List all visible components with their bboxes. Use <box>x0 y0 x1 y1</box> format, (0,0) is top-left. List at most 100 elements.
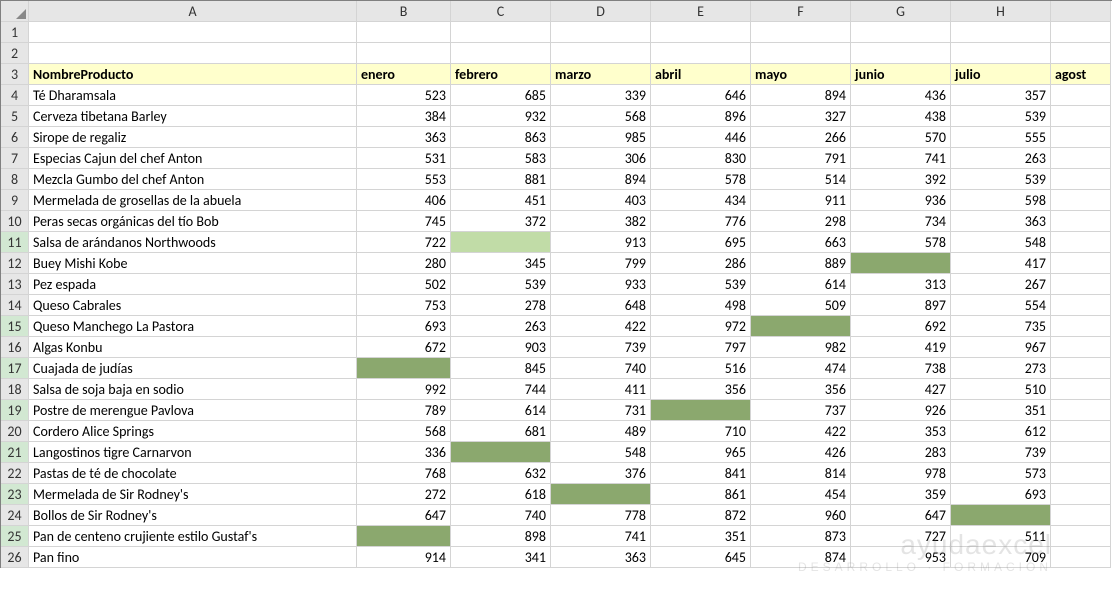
cell[interactable] <box>951 505 1051 526</box>
cell[interactable]: 911 <box>751 190 851 211</box>
cell[interactable]: 693 <box>357 316 451 337</box>
cell[interactable]: 936 <box>851 190 951 211</box>
cell[interactable]: 573 <box>951 463 1051 484</box>
cell[interactable]: 553 <box>357 169 451 190</box>
cell[interactable]: 814 <box>751 463 851 484</box>
cell[interactable]: 263 <box>451 316 551 337</box>
cell[interactable]: 438 <box>851 106 951 127</box>
cell[interactable]: Mermelada de Sir Rodney's <box>29 484 357 505</box>
cell[interactable]: 897 <box>851 295 951 316</box>
cell[interactable]: 693 <box>951 484 1051 505</box>
cell[interactable]: 509 <box>751 295 851 316</box>
cell[interactable] <box>1051 106 1111 127</box>
cell[interactable]: 510 <box>951 379 1051 400</box>
cell[interactable]: 722 <box>357 232 451 253</box>
cell[interactable]: 898 <box>451 526 551 547</box>
cell[interactable] <box>1051 421 1111 442</box>
cell[interactable]: 612 <box>951 421 1051 442</box>
cell[interactable]: 926 <box>851 400 951 421</box>
cell[interactable]: 502 <box>357 274 451 295</box>
cell[interactable]: 267 <box>951 274 1051 295</box>
row-header[interactable]: 10 <box>1 211 29 232</box>
cell[interactable] <box>1051 505 1111 526</box>
cell[interactable]: 695 <box>651 232 751 253</box>
row-header[interactable]: 4 <box>1 85 29 106</box>
cell[interactable]: 740 <box>451 505 551 526</box>
cell[interactable] <box>451 442 551 463</box>
cell[interactable]: 861 <box>651 484 751 505</box>
cell[interactable]: 913 <box>551 232 651 253</box>
cell[interactable] <box>851 22 951 43</box>
cell[interactable]: 516 <box>651 358 751 379</box>
column-header-F[interactable]: F <box>751 1 851 22</box>
cell[interactable]: 953 <box>851 547 951 568</box>
cell[interactable]: 548 <box>951 232 1051 253</box>
cell[interactable]: 345 <box>451 253 551 274</box>
cell[interactable]: 384 <box>357 106 451 127</box>
cell[interactable]: 903 <box>451 337 551 358</box>
cell[interactable] <box>1051 547 1111 568</box>
cell[interactable] <box>1051 358 1111 379</box>
cell[interactable]: 539 <box>951 169 1051 190</box>
row-header[interactable]: 11 <box>1 232 29 253</box>
cell[interactable]: 646 <box>651 85 751 106</box>
row-header[interactable]: 26 <box>1 547 29 568</box>
cell[interactable] <box>651 400 751 421</box>
cell[interactable]: 731 <box>551 400 651 421</box>
cell[interactable]: 744 <box>451 379 551 400</box>
cell[interactable]: 356 <box>751 379 851 400</box>
cell[interactable] <box>751 22 851 43</box>
cell[interactable]: Sirope de regaliz <box>29 127 357 148</box>
cell[interactable]: 278 <box>451 295 551 316</box>
cell[interactable]: 845 <box>451 358 551 379</box>
cell[interactable] <box>1051 148 1111 169</box>
cell[interactable]: 872 <box>651 505 751 526</box>
table-header-cell[interactable]: julio <box>951 64 1051 85</box>
cell[interactable]: 992 <box>357 379 451 400</box>
cell[interactable]: 681 <box>451 421 551 442</box>
cell[interactable] <box>451 232 551 253</box>
cell[interactable]: 745 <box>357 211 451 232</box>
cell[interactable]: 427 <box>851 379 951 400</box>
cell[interactable]: Postre de merengue Pavlova <box>29 400 357 421</box>
spreadsheet-grid[interactable]: ABCDEFGH123NombreProductoenerofebreromar… <box>0 0 1112 568</box>
cell[interactable]: 881 <box>451 169 551 190</box>
cell[interactable] <box>1051 463 1111 484</box>
cell[interactable]: 797 <box>651 337 751 358</box>
cell[interactable] <box>751 43 851 64</box>
cell[interactable]: 648 <box>551 295 651 316</box>
cell[interactable]: 578 <box>651 169 751 190</box>
row-header[interactable]: 24 <box>1 505 29 526</box>
row-header[interactable]: 16 <box>1 337 29 358</box>
cell[interactable]: 647 <box>851 505 951 526</box>
cell[interactable]: 583 <box>451 148 551 169</box>
cell[interactable]: 692 <box>851 316 951 337</box>
cell[interactable]: 336 <box>357 442 451 463</box>
cell[interactable]: 568 <box>357 421 451 442</box>
cell[interactable] <box>357 526 451 547</box>
column-header-B[interactable]: B <box>357 1 451 22</box>
cell[interactable]: Pan de centeno crujiente estilo Gustaf's <box>29 526 357 547</box>
cell[interactable] <box>1051 484 1111 505</box>
row-header[interactable]: 19 <box>1 400 29 421</box>
cell[interactable] <box>357 358 451 379</box>
cell[interactable]: 741 <box>551 526 651 547</box>
cell[interactable]: 489 <box>551 421 651 442</box>
cell[interactable]: 972 <box>651 316 751 337</box>
cell[interactable] <box>1051 127 1111 148</box>
cell[interactable]: 982 <box>751 337 851 358</box>
cell[interactable]: 498 <box>651 295 751 316</box>
cell[interactable] <box>357 22 451 43</box>
select-all-corner[interactable] <box>1 1 29 22</box>
cell[interactable]: 531 <box>357 148 451 169</box>
cell[interactable]: 985 <box>551 127 651 148</box>
cell[interactable]: 740 <box>551 358 651 379</box>
cell[interactable]: 789 <box>357 400 451 421</box>
cell[interactable]: 739 <box>551 337 651 358</box>
cell[interactable] <box>1051 274 1111 295</box>
row-header[interactable]: 1 <box>1 22 29 43</box>
cell[interactable]: 739 <box>951 442 1051 463</box>
cell[interactable]: 363 <box>357 127 451 148</box>
cell[interactable]: 313 <box>851 274 951 295</box>
cell[interactable]: Mermelada de grosellas de la abuela <box>29 190 357 211</box>
